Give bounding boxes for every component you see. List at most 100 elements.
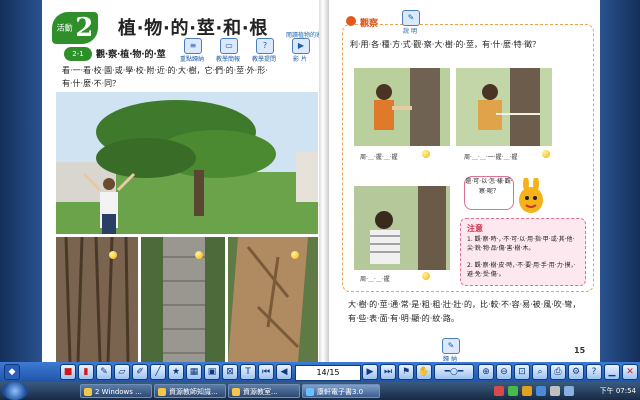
zoom-out-icon[interactable]: ⊖: [496, 364, 512, 380]
caution-item-2: 2. 觀‧察‧樹‧皮‧時，‧不‧要‧用‧手‧用‧力‧摸，‧避‧免‧受‧傷‧。: [467, 262, 576, 278]
speech-bubble: 還‧可‧以‧怎‧樣‧觀‧察‧呢？: [464, 176, 514, 210]
bark-photo-2: [141, 237, 225, 362]
pin-icon[interactable]: [422, 150, 430, 158]
tray-icon[interactable]: [536, 386, 546, 396]
ebook-icon: [306, 388, 314, 396]
summary-button[interactable]: ✎ 歸 納: [438, 338, 462, 363]
activity-number: 2: [75, 13, 94, 43]
bark-photo-3: [228, 237, 318, 362]
taskbar-item[interactable]: 資源教師知識...: [154, 384, 226, 398]
tool-notes[interactable]: ≡ 重點歸納: [172, 38, 212, 63]
volume-icon[interactable]: [550, 386, 560, 396]
start-button[interactable]: [2, 382, 28, 400]
minimize-icon[interactable]: ▁: [604, 364, 620, 380]
next-page-icon[interactable]: ▶: [362, 364, 378, 380]
caution-title: 注意: [467, 224, 483, 233]
zoom-slider[interactable]: ━○━: [434, 364, 474, 380]
first-page-icon[interactable]: ⏮: [258, 364, 274, 380]
window-icon: [158, 388, 166, 396]
tool-questions[interactable]: ? 教學提問: [244, 38, 284, 63]
star-icon[interactable]: ★: [168, 364, 184, 380]
activity-badge: 活動 2: [52, 12, 98, 44]
activity-label: 活動: [56, 23, 73, 33]
pen-icon[interactable]: ✎: [96, 364, 112, 380]
grid-icon[interactable]: ▦: [186, 364, 202, 380]
search-icon[interactable]: ⌕: [532, 364, 548, 380]
ebook-toolbar: ◆ ■ ▮ ✎ ▱ ✐ ╱ ★ ▦ ▣ ⊠ T ⏮ ◀ 14/15 ▶ ⏭ ⚑ …: [0, 362, 640, 382]
taskbar-item-active[interactable]: 康軒電子書3.0: [302, 384, 380, 398]
window-icon: [232, 388, 240, 396]
text-icon[interactable]: T: [240, 364, 256, 380]
task-label: 資源教室...: [243, 388, 278, 396]
taskbar-item[interactable]: 2 Windows ...: [80, 384, 152, 398]
hand-icon[interactable]: ✋: [416, 364, 432, 380]
settings-icon[interactable]: ⚙: [568, 364, 584, 380]
explain-label: 說 明: [403, 28, 417, 35]
ebook-spread: 活動 2 植‧物‧的‧莖‧和‧根 閱讀植物的家 3 2-1 觀‧察‧植‧物‧的‧…: [42, 0, 600, 363]
bookmark-icon[interactable]: ⚑: [398, 364, 414, 380]
observe-text: 利‧用‧各‧種‧方‧式‧觀‧察‧大‧樹‧的‧莖，有‧什‧麼‧特‧徵？: [350, 40, 541, 49]
caption-2: 周‧＿‧＿‧一‧握‧＿‧握: [464, 154, 518, 161]
summary-text: 大‧樹‧的‧莖‧通‧常‧是‧粗‧粗‧壯‧壯‧的，比‧較‧不‧容‧易‧被‧風‧吹‧…: [348, 300, 581, 323]
page-title: 植‧物‧的‧莖‧和‧根: [118, 18, 269, 39]
question-icon: ?: [256, 38, 274, 54]
help-icon[interactable]: ?: [586, 364, 602, 380]
pin-icon[interactable]: [542, 150, 550, 158]
print-icon[interactable]: ⎙: [550, 364, 566, 380]
zoom-in-icon[interactable]: ⊕: [478, 364, 494, 380]
marker-icon[interactable]: ✐: [132, 364, 148, 380]
system-tray: 下午 07:54: [490, 382, 640, 400]
slides-icon: ▭: [220, 38, 238, 54]
right-backdrop: [600, 0, 640, 362]
taskbar-clock[interactable]: 下午 07:54: [600, 386, 636, 396]
red-rect-icon[interactable]: ■: [60, 364, 76, 380]
tool-video-label: 影 片: [293, 56, 307, 63]
pin-icon[interactable]: [195, 251, 203, 259]
notes-icon: ≡: [184, 38, 202, 54]
pencil-icon: ✎: [402, 10, 420, 26]
caption-1: 周‧＿‧握‧＿‧握: [360, 154, 398, 161]
page-indicator[interactable]: 14/15: [295, 365, 361, 381]
highlighter-icon[interactable]: ▮: [78, 364, 94, 380]
left-backdrop: [0, 0, 42, 362]
task-label: 2 Windows ...: [95, 388, 142, 396]
caution-note: 注意 1. 觀‧察‧時‧，‧不‧可‧以‧用‧指‧甲‧或‧其‧他‧尖‧銳‧物‧品‧…: [460, 218, 586, 286]
folder-icon: [84, 388, 92, 396]
page-number: 15: [574, 346, 586, 355]
close-icon[interactable]: ✕: [622, 364, 638, 380]
boy-rope-photo: [456, 68, 552, 146]
tool-questions-label: 教學提問: [251, 56, 276, 63]
section-number: 2-1: [64, 47, 92, 61]
tool-slides[interactable]: ▭ 教學簡報: [208, 38, 248, 63]
caption-3: 周‧＿‧＿‧握: [360, 276, 390, 283]
network-icon[interactable]: [564, 386, 574, 396]
fit-page-icon[interactable]: ⊡: [514, 364, 530, 380]
task-label: 資源教師知識...: [169, 388, 218, 396]
pin-icon[interactable]: [422, 272, 430, 280]
app-logo-icon[interactable]: ◆: [4, 364, 20, 380]
pin-icon[interactable]: [109, 251, 117, 259]
observe-icon: [346, 16, 356, 26]
observe-label: 觀察: [360, 19, 379, 29]
bubble-text: 還‧可‧以‧怎‧樣‧觀‧察‧呢？: [465, 178, 513, 195]
pin-icon[interactable]: [291, 251, 299, 259]
tool-notes-label: 重點歸納: [179, 56, 204, 63]
mascot-icon: [516, 176, 546, 216]
eraser-icon[interactable]: ▱: [114, 364, 130, 380]
last-page-icon[interactable]: ⏭: [380, 364, 396, 380]
summary-icon: ✎: [442, 338, 460, 354]
explain-button[interactable]: ✎ 說 明: [398, 10, 422, 35]
caution-item-1: 1. 觀‧察‧時‧，‧不‧可‧以‧用‧指‧甲‧或‧其‧他‧尖‧銳‧物‧品‧傷‧害…: [467, 236, 575, 252]
tool-video[interactable]: ▶ 影 片: [280, 38, 320, 63]
line-icon[interactable]: ╱: [150, 364, 166, 380]
lock-icon[interactable]: ⊠: [222, 364, 238, 380]
tray-icon[interactable]: [522, 386, 532, 396]
tray-icon[interactable]: [494, 386, 504, 396]
taskbar-item[interactable]: 資源教室...: [228, 384, 300, 398]
mask-icon[interactable]: ▣: [204, 364, 220, 380]
boy-measure-photo: [354, 186, 450, 270]
prev-page-icon[interactable]: ◀: [276, 364, 292, 380]
task-label: 康軒電子書3.0: [317, 388, 364, 396]
tray-icon[interactable]: [508, 386, 518, 396]
section-title: 觀‧察‧植‧物‧的‧莖: [96, 50, 166, 60]
